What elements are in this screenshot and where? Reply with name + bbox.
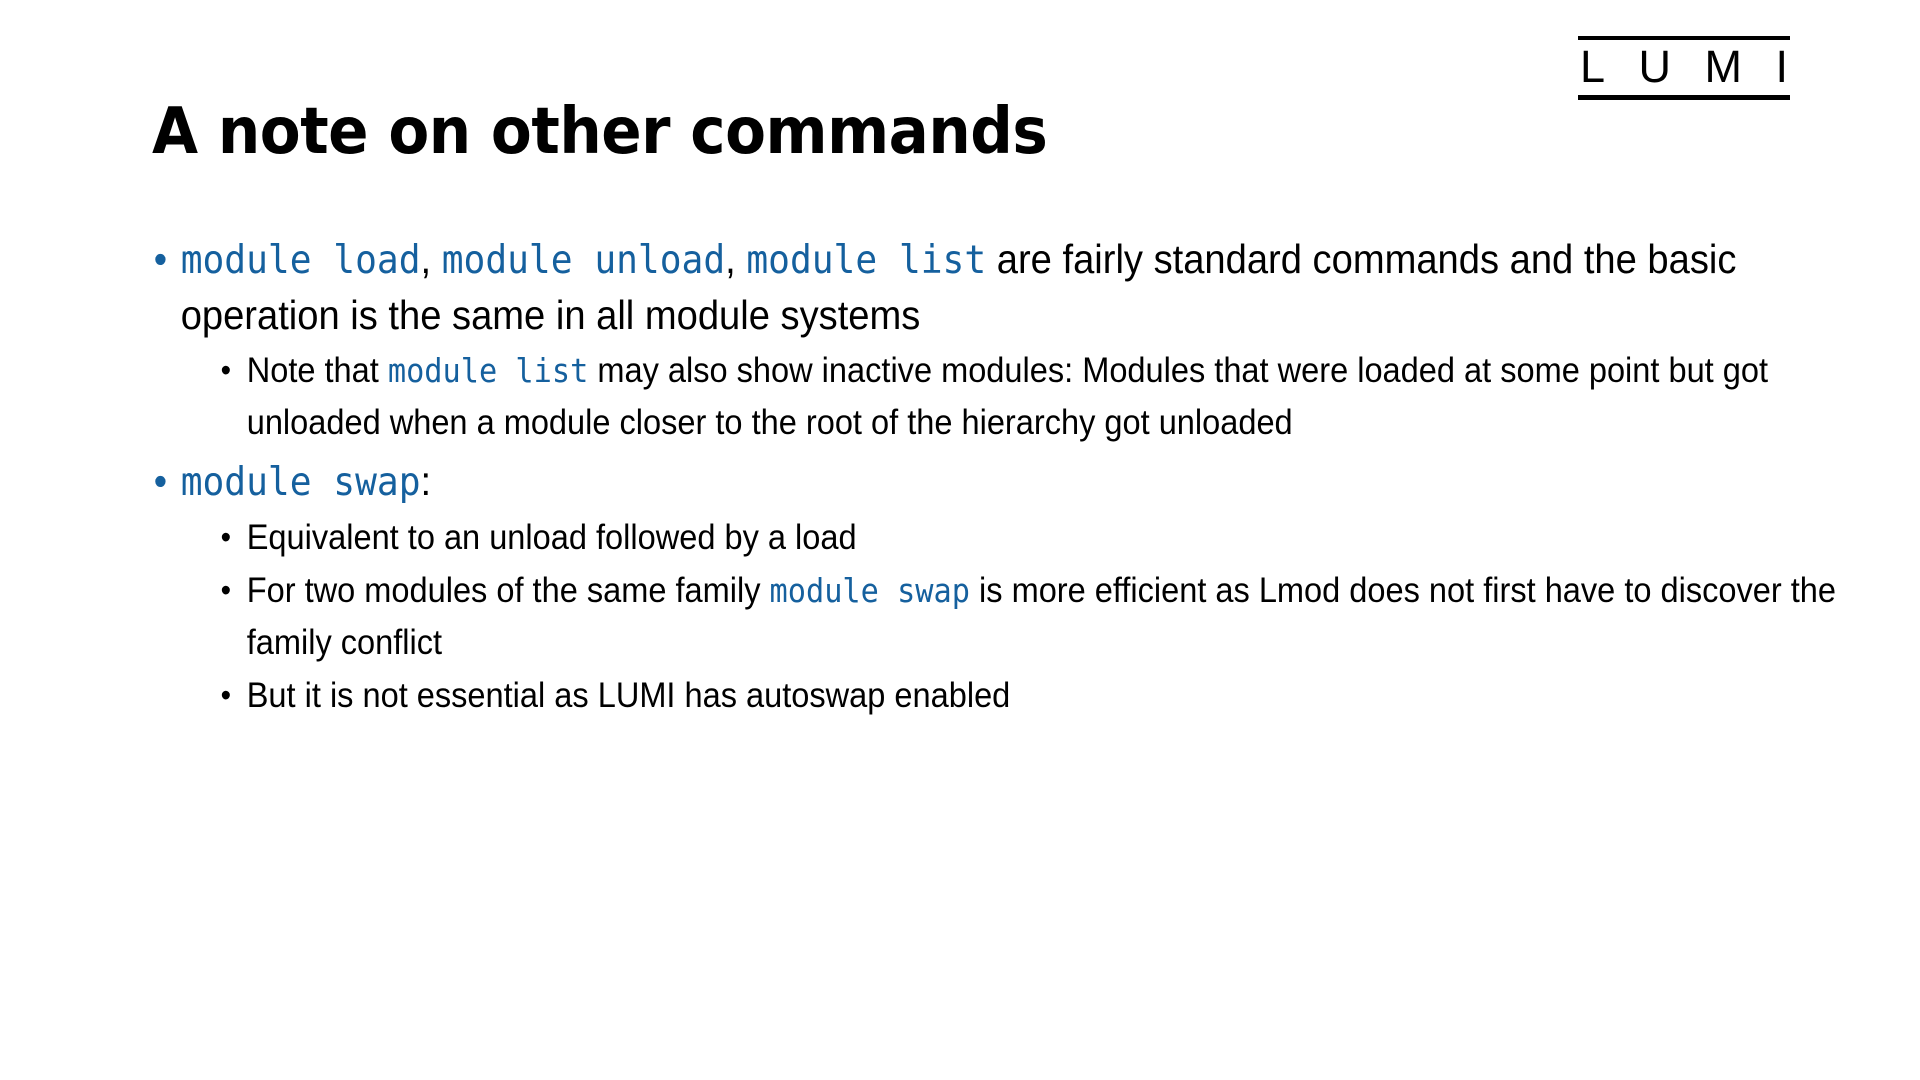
subbullet-text: For two modules of the same family modul… <box>247 571 1836 662</box>
bullet-tail-text: : <box>420 458 432 504</box>
bullet-marker: • <box>153 458 168 504</box>
bullet-text: module load, module unload, module list … <box>181 236 1737 338</box>
logo-letter-u: U <box>1638 41 1672 92</box>
logo-letter-m: M <box>1704 41 1743 92</box>
subbullet-inactive-modules: • Note that module list may also show in… <box>215 345 1840 448</box>
subbullet-lead-text: For two modules of the same family <box>246 571 770 610</box>
bullet-list-level-2-a: • Note that module list may also show in… <box>181 345 1841 448</box>
bullet-marker: • <box>220 572 232 608</box>
logo-rule-bottom <box>1578 95 1790 100</box>
code-module-swap: module swap <box>769 572 970 610</box>
code-module-list: module list <box>746 238 987 283</box>
bullet-text: module swap: <box>180 458 432 505</box>
logo-letter-l: L <box>1580 41 1606 92</box>
subbullet-same-family-efficiency: • For two modules of the same family mod… <box>215 565 1840 668</box>
bullet-marker: • <box>220 677 232 713</box>
subbullet-text: Equivalent to an unload followed by a lo… <box>246 518 857 557</box>
code-module-list: module list <box>387 352 589 390</box>
logo-letters: L U M I <box>1578 40 1790 95</box>
code-module-swap: module swap <box>180 460 421 505</box>
bullet-module-swap: • module swap: • Equivalent to an unload… <box>150 454 1840 721</box>
bullet-module-commands: • module load, module unload, module lis… <box>150 232 1840 448</box>
code-module-unload: module unload <box>441 238 726 283</box>
bullet-list-level-1: • module load, module unload, module lis… <box>150 232 1836 721</box>
bullet-list-level-2-b: • Equivalent to an unload followed by a … <box>181 512 1841 721</box>
separator-2: , <box>725 236 747 282</box>
subbullet-equivalent-unload-load: • Equivalent to an unload followed by a … <box>215 512 1840 563</box>
bullet-marker: • <box>220 519 232 555</box>
subbullet-lead-text: Note that <box>246 351 388 390</box>
separator-1: , <box>420 236 442 282</box>
slide-canvas: L U M I A note on other commands • modul… <box>0 0 1920 1080</box>
subbullet-autoswap-enabled: • But it is not essential as LUMI has au… <box>215 670 1840 721</box>
slide-body: • module load, module unload, module lis… <box>150 232 1836 727</box>
slide-title: A note on other commands <box>152 94 1048 169</box>
bullet-marker: • <box>153 236 168 282</box>
bullet-marker: • <box>220 352 232 388</box>
logo-letter-i: I <box>1775 41 1788 92</box>
subbullet-text: But it is not essential as LUMI has auto… <box>246 676 1011 715</box>
subbullet-text: Note that module list may also show inac… <box>247 351 1768 442</box>
lumi-logo: L U M I <box>1578 36 1790 100</box>
code-module-load: module load <box>180 238 421 283</box>
